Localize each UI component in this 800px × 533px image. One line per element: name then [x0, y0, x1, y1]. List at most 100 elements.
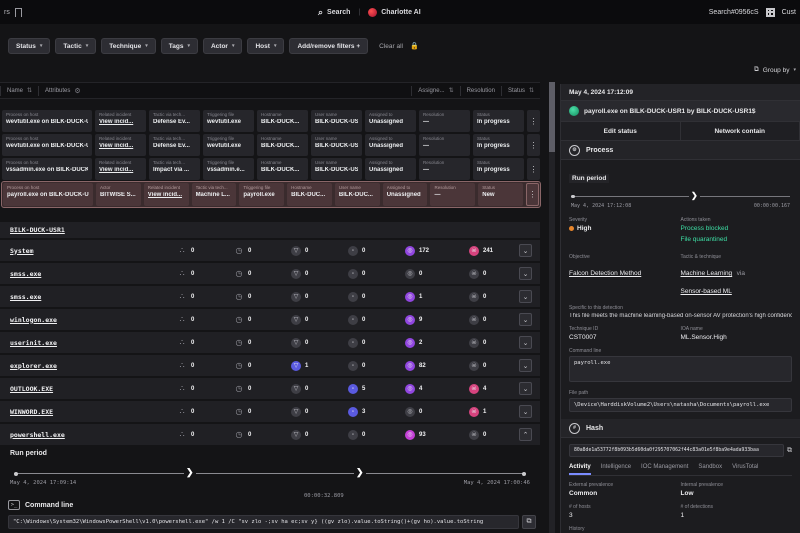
process-row[interactable]: WINWORD.EXE∴0◷0▽0▫3◎0☠1⌄ — [0, 401, 540, 422]
sort-icon[interactable]: ⇅ — [27, 87, 32, 94]
tab-intelligence[interactable]: Intelligence — [601, 464, 631, 475]
process-row[interactable]: explorer.exe∴0◷0▽1▫0◎82☠0⌄ — [0, 355, 540, 376]
skull-count-badge[interactable]: ☠1 — [469, 407, 519, 417]
technique-link[interactable]: Sensor-based ML — [681, 288, 732, 295]
skull-count-badge[interactable]: ☠0 — [469, 292, 519, 302]
filter-status[interactable]: Status▾ — [8, 38, 50, 54]
tab-activity[interactable]: Activity — [569, 464, 591, 475]
column-resolution[interactable]: Resolution — [460, 86, 501, 96]
column-assigned[interactable]: Assigne...⇅ — [411, 86, 459, 96]
tree-count-badge[interactable]: ∴0 — [177, 246, 234, 256]
sq-count-badge[interactable]: ▫0 — [348, 246, 405, 256]
clear-all-button[interactable]: Clear all — [379, 43, 403, 50]
tab-virustotal[interactable]: VirusTotal — [732, 464, 758, 475]
process-name-link[interactable]: powershell.exe — [10, 431, 177, 439]
command-line-value[interactable]: "C:\Windows\System32\WindowsPowerShell\v… — [8, 515, 519, 529]
filter-host[interactable]: Host▾ — [247, 38, 284, 54]
sq-count-badge[interactable]: ▫0 — [348, 430, 405, 440]
tri-count-badge[interactable]: ▽0 — [291, 269, 348, 279]
tree-count-badge[interactable]: ∴0 — [177, 315, 234, 325]
tri-count-badge[interactable]: ▽0 — [291, 407, 348, 417]
run-period-timeline[interactable]: ❯ ❯ 00:00:32.809 — [14, 469, 526, 477]
circ-count-badge[interactable]: ◎172 — [405, 246, 469, 256]
expand-row-button[interactable]: ⌄ — [519, 290, 532, 303]
tri-count-badge[interactable]: ▽0 — [291, 292, 348, 302]
skull-count-badge[interactable]: ☠0 — [469, 315, 519, 325]
tree-count-badge[interactable]: ∴0 — [177, 292, 234, 302]
group-by-control[interactable]: ⧉ Group by ▾ — [560, 66, 796, 74]
tri-count-badge[interactable]: ▽1 — [291, 361, 348, 371]
process-row[interactable]: smss.exe∴0◷0▽0▫0◎0☠0⌄ — [0, 263, 540, 284]
skull-count-badge[interactable]: ☠0 — [469, 338, 519, 348]
row-menu-button[interactable]: ⋮ — [527, 110, 540, 132]
process-row[interactable]: OUTLOOK.EXE∴0◷0▽0▫5◎4☠4⌄ — [0, 378, 540, 399]
process-name-link[interactable]: WINWORD.EXE — [10, 408, 177, 416]
timeline-marker-icon[interactable]: ❯ — [184, 467, 196, 478]
column-name[interactable]: Name⇅ — [0, 86, 38, 96]
host-row[interactable]: BILK-DUCK-USR1 — [0, 222, 540, 238]
circ-count-badge[interactable]: ◎1 — [405, 292, 469, 302]
tree-count-badge[interactable]: ∴0 — [177, 338, 234, 348]
expand-row-button[interactable]: ⌄ — [519, 313, 532, 326]
tab-ioc-management[interactable]: IOC Management — [641, 464, 688, 475]
sort-icon[interactable]: ⇅ — [449, 87, 454, 94]
chip-value[interactable]: View incid... — [99, 167, 142, 173]
sq-count-badge[interactable]: ▫0 — [348, 315, 405, 325]
circ-count-badge[interactable]: ◎82 — [405, 361, 469, 371]
scrollbar-thumb[interactable] — [549, 82, 555, 152]
clock-count-badge[interactable]: ◷0 — [234, 407, 291, 417]
clock-count-badge[interactable]: ◷0 — [234, 384, 291, 394]
row-menu-button[interactable]: ⋮ — [527, 158, 540, 180]
clock-count-badge[interactable]: ◷0 — [234, 269, 291, 279]
expand-row-button[interactable]: ⌄ — [519, 405, 532, 418]
expand-row-button[interactable]: ⌄ — [519, 382, 532, 395]
run-period-timeline[interactable]: ❯ — [571, 193, 790, 199]
circ-count-badge[interactable]: ◎0 — [405, 269, 469, 279]
tree-count-badge[interactable]: ∴0 — [177, 430, 234, 440]
process-name-link[interactable]: smss.exe — [10, 293, 177, 301]
sq-count-badge[interactable]: ▫0 — [348, 338, 405, 348]
network-contain-button[interactable]: Network contain — [681, 122, 800, 140]
command-line-value[interactable]: payroll.exe — [569, 356, 792, 382]
row-menu-button[interactable]: ⋮ — [527, 134, 540, 156]
tree-count-badge[interactable]: ∴0 — [177, 269, 234, 279]
column-attributes[interactable]: Attributes⚙ — [38, 86, 87, 96]
process-row[interactable]: System∴0◷0▽0▫0◎172☠241⌄ — [0, 240, 540, 261]
skull-count-badge[interactable]: ☠0 — [469, 361, 519, 371]
expand-row-button[interactable]: ⌄ — [519, 336, 532, 349]
process-row[interactable]: winlogon.exe∴0◷0▽0▫0◎9☠0⌄ — [0, 309, 540, 330]
saved-search-label[interactable]: Search#0956cS — [709, 9, 759, 16]
tri-count-badge[interactable]: ▽0 — [291, 338, 348, 348]
detection-row[interactable]: Process on hostvssadmin.exe on BILK-DUCK… — [2, 158, 540, 180]
tactic-link[interactable]: Machine Learning — [681, 270, 733, 277]
detection-row[interactable]: Process on hostwevtutil.exe on BILK-DUCK… — [2, 134, 540, 156]
row-menu-button[interactable]: ⋮ — [526, 183, 539, 206]
process-name-link[interactable]: System — [10, 247, 177, 255]
filter-tactic[interactable]: Tactic▾ — [55, 38, 96, 54]
tri-count-badge[interactable]: ▽0 — [291, 384, 348, 394]
tab-sandbox[interactable]: Sandbox — [698, 464, 722, 475]
expand-row-button[interactable]: ⌄ — [519, 359, 532, 372]
scrollbar[interactable] — [549, 82, 555, 533]
copy-icon[interactable]: ⧉ — [787, 447, 792, 455]
process-row[interactable]: powershell.exe∴0◷0▽0▫0◎93☠0⌃ — [0, 424, 540, 445]
hash-section-header[interactable]: # Hash — [561, 419, 800, 438]
tree-count-badge[interactable]: ∴0 — [177, 407, 234, 417]
process-name-link[interactable]: winlogon.exe — [10, 316, 177, 324]
copy-icon[interactable]: ⧉ — [522, 515, 536, 529]
host-name-link[interactable]: BILK-DUCK-USR1 — [10, 226, 65, 234]
global-search[interactable]: ⌕ Search — [318, 7, 350, 18]
chip-value[interactable]: View incid... — [99, 119, 142, 125]
file-path-value[interactable]: \Device\HarddiskVolume2\Users\natasha\Do… — [569, 398, 792, 412]
objective-link[interactable]: Falcon Detection Method — [569, 270, 641, 277]
process-name-link[interactable]: OUTLOOK.EXE — [10, 385, 177, 393]
clock-count-badge[interactable]: ◷0 — [234, 430, 291, 440]
circ-count-badge[interactable]: ◎2 — [405, 338, 469, 348]
detection-row[interactable]: Process on hostwevtutil.exe on BILK-DUCK… — [2, 110, 540, 132]
sq-count-badge[interactable]: ▫5 — [348, 384, 405, 394]
clock-count-badge[interactable]: ◷0 — [234, 338, 291, 348]
tree-count-badge[interactable]: ∴0 — [177, 361, 234, 371]
skull-count-badge[interactable]: ☠241 — [469, 246, 519, 256]
sq-count-badge[interactable]: ▫0 — [348, 269, 405, 279]
circ-count-badge[interactable]: ◎93 — [405, 430, 469, 440]
